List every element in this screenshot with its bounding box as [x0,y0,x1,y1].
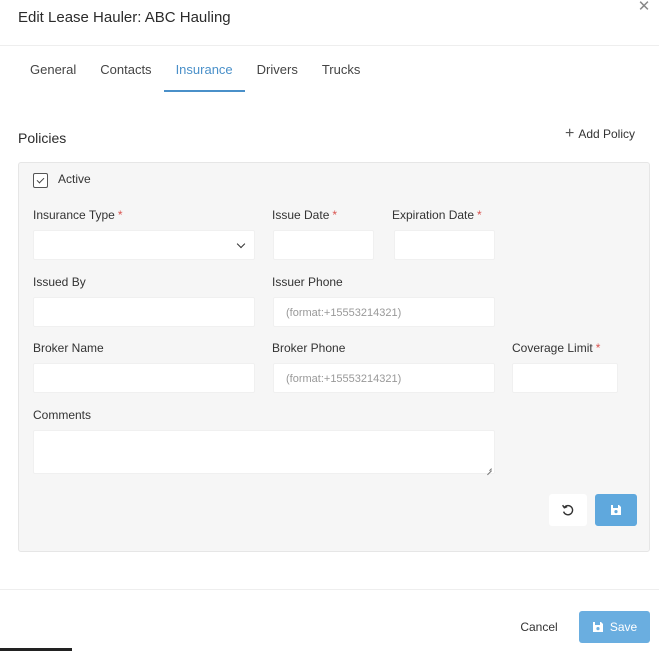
policy-form-panel: Active Insurance Type * Issue Date * Expir… [18,162,650,552]
checkmark-icon [36,175,45,183]
footer-divider [0,589,659,590]
header-divider [0,45,659,46]
required-marker: * [117,208,123,222]
coverage-limit-label: Coverage Limit * [512,341,600,355]
broker-phone-placeholder: (format:+15553214321) [286,373,402,385]
expiration-date-label: Expiration Date * [392,208,482,222]
active-label: Active [58,172,91,186]
undo-button[interactable] [549,494,587,526]
active-checkbox[interactable] [33,173,48,188]
tab-contacts[interactable]: Contacts [88,56,163,92]
required-marker: * [332,208,338,222]
add-policy-button[interactable]: + Add Policy [552,121,648,147]
save-policy-button[interactable] [595,494,637,526]
save-label: Save [609,620,638,634]
undo-icon [562,504,574,516]
issued-by-label: Issued By [33,275,86,289]
close-icon[interactable]: ✕ [635,0,653,18]
resize-handle-icon[interactable] [486,465,492,471]
expiration-date-input[interactable] [394,230,495,260]
broker-phone-input[interactable]: (format:+15553214321) [273,363,495,393]
tab-trucks[interactable]: Trucks [310,56,373,92]
expiration-date-label-text: Expiration Date [392,208,475,222]
add-policy-label: Add Policy [578,127,636,141]
tab-general[interactable]: General [18,56,88,92]
required-marker: * [477,208,482,222]
floppy-disk-icon [611,505,621,515]
chevron-down-icon [236,239,246,249]
comments-label: Comments [33,408,92,422]
tab-drivers[interactable]: Drivers [245,56,310,92]
coverage-limit-label-text: Coverage Limit [512,341,593,355]
broker-name-input[interactable] [33,363,255,393]
insurance-type-label: Insurance Type * [33,208,123,222]
edit-lease-hauler-dialog: Edit Lease Hauler: ABC Hauling ✕ General… [0,0,659,651]
issuer-phone-label: Issuer Phone [272,275,343,289]
comments-textarea[interactable] [33,430,495,474]
required-marker: * [595,341,601,355]
issue-date-label-text: Issue Date [272,208,330,222]
cancel-button[interactable]: Cancel [508,612,570,642]
broker-phone-label: Broker Phone [272,341,346,355]
issue-date-input[interactable] [273,230,374,260]
floppy-disk-icon [592,622,603,632]
issuer-phone-placeholder: (format:+15553214321) [286,307,402,319]
plus-icon: + [564,125,575,142]
issue-date-label: Issue Date * [272,208,337,222]
tab-insurance[interactable]: Insurance [163,56,245,92]
broker-name-label: Broker Name [33,341,104,355]
insurance-type-label-text: Insurance Type [33,208,115,222]
coverage-limit-input[interactable] [512,363,618,393]
issuer-phone-input[interactable]: (format:+15553214321) [273,297,495,327]
tab-bar: General Contacts Insurance Drivers Truck… [18,56,372,92]
issued-by-input[interactable] [33,297,255,327]
save-button[interactable]: Save [579,611,650,643]
dialog-title: Edit Lease Hauler: ABC Hauling [18,9,231,26]
policies-heading: Policies [18,130,67,146]
insurance-type-select[interactable] [33,230,255,260]
